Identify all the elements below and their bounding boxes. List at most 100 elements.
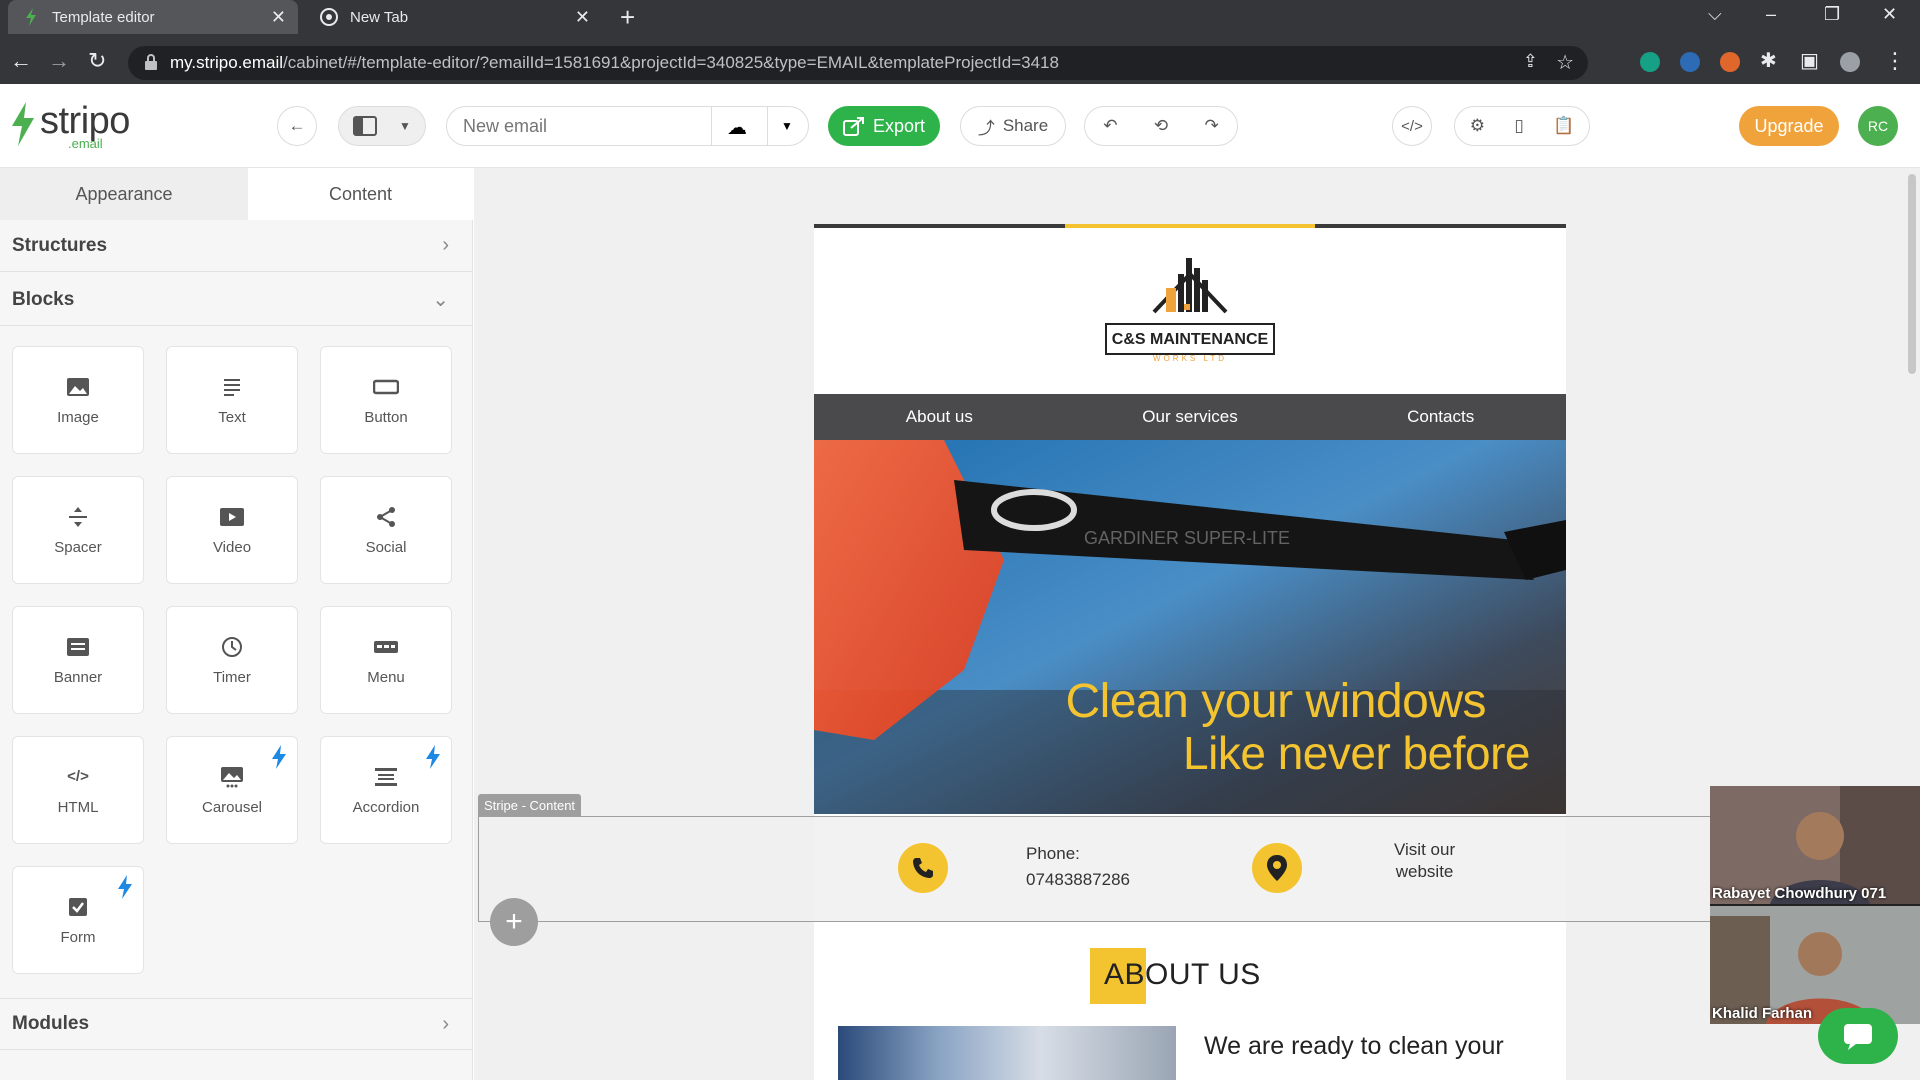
code-editor-button[interactable]: </> [1392,106,1432,146]
tab-template-editor[interactable]: Template editor ✕ [8,0,298,34]
back-arrow-icon[interactable]: ← [10,48,32,74]
grammarly-extension-icon[interactable] [1640,52,1660,72]
email-name-input[interactable] [463,107,713,145]
clipboard-check-icon[interactable]: 📋 [1553,116,1574,136]
carousel-icon [218,765,246,789]
block-text[interactable]: Text [166,346,298,454]
nav-contacts[interactable]: Contacts [1315,394,1566,440]
left-panel: Appearance Content Structures › Blocks ⌄… [0,168,473,1080]
contact-info-row[interactable]: Phone: 07483887286 Visit our website [814,817,1566,921]
nav-about-us[interactable]: About us [814,394,1065,440]
reload-icon[interactable]: ↻ [88,48,106,74]
spacer-icon [64,505,92,529]
chat-support-button[interactable] [1818,1008,1898,1064]
lightning-bolt-icon [118,875,132,899]
modules-section[interactable]: Modules › [0,998,473,1050]
side-panel-icon[interactable]: ▣ [1800,48,1819,73]
block-menu[interactable]: Menu [320,606,452,714]
about-section[interactable]: ABOUT US We are ready to clean your [814,928,1566,1080]
tab-search-chevron-icon[interactable]: ⌵ [1708,4,1722,25]
layout-toggle-button[interactable]: ▼ [338,106,426,146]
chevron-down-icon: ⌄ [432,289,449,311]
canvas-scrollbar[interactable] [1908,174,1916,374]
block-form[interactable]: Form [12,866,144,974]
location-pin-icon [1252,843,1302,893]
phone-number: 07483887286 [1026,870,1131,889]
block-image[interactable]: Image [12,346,144,454]
block-label: Video [212,538,252,556]
back-button[interactable]: ← [277,106,317,146]
participant-name: Khalid Farhan [1712,1005,1813,1022]
video-icon [218,505,246,529]
upgrade-button[interactable]: Upgrade [1739,106,1839,146]
share-page-icon[interactable]: ⇪ [1523,51,1538,72]
email-canvas[interactable]: C&S MAINTENANCE WORKS LTD About us Our s… [474,168,1920,1080]
share-button[interactable]: ⤴ Share [960,106,1066,146]
block-label: Text [218,408,246,426]
stripo-logo[interactable]: stripo .email [10,102,130,151]
profile-avatar-icon[interactable] [1840,52,1860,72]
new-tab-plus-icon[interactable]: + [620,2,635,33]
block-label: Image [57,408,99,426]
social-icon [372,505,400,529]
block-video[interactable]: Video [166,476,298,584]
structures-section[interactable]: Structures › [0,220,473,272]
user-avatar[interactable]: RC [1858,106,1898,146]
nav-our-services[interactable]: Our services [1065,394,1316,440]
blocks-section[interactable]: Blocks ⌄ [0,274,473,326]
restore-icon[interactable]: ❐ [1824,4,1840,25]
tab-new-tab[interactable]: New Tab ✕ [306,0,602,34]
email-nav-menu: About us Our services Contacts [814,394,1566,440]
caret-down-icon[interactable]: ▼ [781,119,793,133]
panel-layout-icon [353,116,378,136]
redo-icon[interactable]: ↷ [1205,116,1219,136]
block-social[interactable]: Social [320,476,452,584]
forward-arrow-icon[interactable]: → [48,48,70,74]
tab-title: New Tab [350,8,409,26]
about-title: ABOUT US [1104,958,1261,991]
email-name-field[interactable]: ☁ ▼ [446,106,809,146]
block-carousel[interactable]: Carousel [166,736,298,844]
block-html[interactable]: </> HTML [12,736,144,844]
extension-icon[interactable] [1680,52,1700,72]
about-image[interactable] [838,1026,1176,1080]
button-icon [372,375,400,399]
history-icon[interactable]: ⟲ [1154,116,1168,136]
undo-icon[interactable]: ↶ [1103,116,1117,136]
export-button[interactable]: Export [828,106,940,146]
video-call-overlay[interactable]: Rabayet Chowdhury 071 Khalid Farhan [1710,786,1920,1024]
puzzle-extensions-icon[interactable]: ✱ [1760,48,1777,73]
participant-tile[interactable]: Rabayet Chowdhury 071 [1710,786,1920,904]
caret-down-icon[interactable]: ▼ [399,119,411,133]
close-tab-icon[interactable]: ✕ [271,7,286,28]
chevron-right-icon: › [442,1012,449,1035]
add-stripe-button[interactable]: + [490,898,538,946]
stripe-label[interactable]: Stripe - Content [478,794,582,816]
block-banner[interactable]: Banner [12,606,144,714]
close-tab-icon[interactable]: ✕ [575,7,590,28]
extension-icon[interactable] [1720,52,1740,72]
block-button[interactable]: Button [320,346,452,454]
kebab-menu-icon[interactable]: ⋮ [1884,48,1906,74]
device-preview-icon[interactable]: ▯ [1514,116,1523,136]
html-icon: </> [67,768,89,785]
company-logo[interactable]: C&S MAINTENANCE WORKS LTD [1104,254,1276,364]
close-window-icon[interactable]: ✕ [1882,4,1897,25]
export-icon [842,117,864,136]
settings-gear-icon[interactable]: ⚙ [1470,116,1485,136]
block-spacer[interactable]: Spacer [12,476,144,584]
minimize-icon[interactable]: – [1766,4,1776,25]
tab-appearance[interactable]: Appearance [0,168,248,220]
block-label: Button [364,408,408,426]
export-label: Export [872,115,926,136]
participant-tile[interactable]: Khalid Farhan [1710,906,1920,1024]
timer-icon [218,635,246,659]
hero-banner-image[interactable]: GARDINER SUPER-LITE Clean your windows L… [814,440,1566,814]
cloud-upload-icon[interactable]: ☁ [727,115,747,140]
stripo-favicon-icon [22,8,40,26]
bookmark-star-icon[interactable]: ☆ [1556,50,1574,75]
tab-content[interactable]: Content [248,168,473,220]
block-timer[interactable]: Timer [166,606,298,714]
block-accordion[interactable]: Accordion [320,736,452,844]
address-bar[interactable]: my.stripo.email/cabinet/#/template-edito… [128,46,1588,80]
